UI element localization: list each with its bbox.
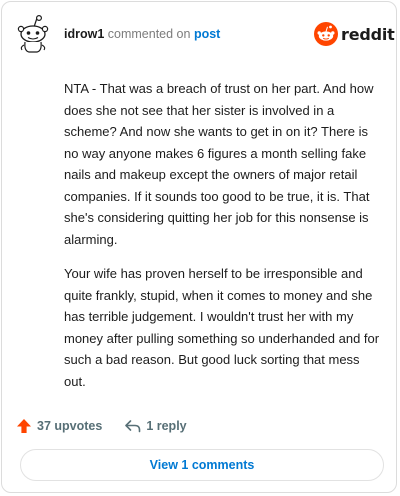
reddit-logo-icon — [314, 22, 338, 46]
view-comments-button[interactable]: View 1 comments — [20, 449, 384, 481]
snoo-avatar-icon — [16, 14, 50, 54]
username-link[interactable]: idrow1 — [64, 27, 104, 41]
post-link[interactable]: post — [194, 27, 220, 41]
reddit-logo[interactable]: reddit — [314, 21, 395, 47]
reply-arrow-icon — [125, 420, 141, 433]
comment-header: idrow1 commented on post reddit — [2, 2, 398, 62]
comment-byline: idrow1 commented on post — [64, 26, 220, 42]
upvote-count: 37 upvotes — [37, 419, 103, 433]
comment-paragraph: NTA - That was a breach of trust on her … — [64, 81, 374, 247]
view-comments-label: View 1 comments — [149, 458, 255, 472]
reply-button[interactable]: 1 reply — [124, 418, 187, 434]
comment-body: NTA - That was a breach of trust on her … — [64, 78, 380, 405]
comment-card: idrow1 commented on post reddit NTA - Th… — [1, 1, 397, 493]
reddit-wordmark: reddit — [341, 24, 395, 44]
upvote-arrow-icon — [17, 419, 31, 433]
comment-actions: 37 upvotes 1 reply — [16, 416, 187, 436]
action-text: commented on — [107, 27, 191, 41]
reply-count: 1 reply — [146, 419, 187, 433]
upvote-button[interactable]: 37 upvotes — [16, 418, 102, 434]
comment-paragraph: Your wife has proven herself to be irres… — [64, 266, 380, 389]
